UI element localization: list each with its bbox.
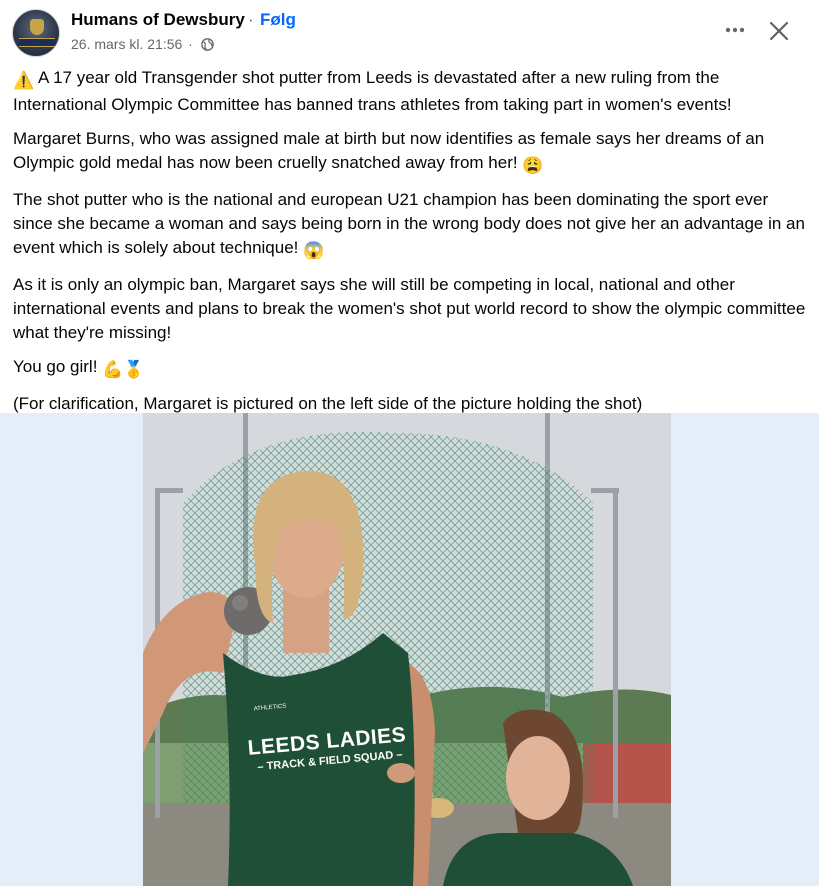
post-media: ATHLETICS LEEDS LADIES – TRACK & FIELD S… [0,413,819,886]
more-options-icon [725,27,745,33]
post-paragraph: Margaret Burns, who was assigned male at… [13,127,808,178]
crest-icon [30,19,44,35]
muscle-medal-icon: 💪🥇 [102,360,145,379]
paragraph-text: Margaret Burns, who was assigned male at… [13,129,765,172]
page-avatar[interactable] [12,9,60,57]
post-paragraph: As it is only an olympic ban, Margaret s… [13,273,808,345]
post-timestamp[interactable]: 26. mars kl. 21:56 [71,36,182,52]
follow-button[interactable]: Følg [260,10,296,30]
post-header: Humans of Dewsbury · Følg 26. mars kl. 2… [0,0,819,66]
close-button[interactable] [764,16,794,46]
meta-separator: · [188,36,193,52]
paragraph-text: A 17 year old Transgender shot putter fr… [13,68,732,114]
globe-icon[interactable] [200,38,214,54]
post-paragraph: ⚠️ A 17 year old Transgender shot putter… [13,66,808,117]
post-text: ⚠️ A 17 year old Transgender shot putter… [13,66,808,426]
more-options-button[interactable] [720,18,750,44]
photo-illustration [143,413,671,886]
avatar-band [19,38,55,47]
paragraph-text: As it is only an olympic ban, Margaret s… [13,275,806,342]
paragraph-text: The shot putter who is the national and … [13,190,805,257]
name-separator: · [248,10,254,29]
warning-icon: ⚠️ [13,71,35,90]
screaming-face-icon: 😱 [303,241,325,260]
paragraph-text: You go girl! [13,357,103,376]
paragraph-text: (For clarification, Margaret is pictured… [13,394,643,413]
post-paragraph: You go girl! 💪🥇 [13,355,808,382]
post-photo[interactable]: ATHLETICS LEEDS LADIES – TRACK & FIELD S… [143,413,671,886]
close-icon [769,21,789,41]
post-meta: 26. mars kl. 21:56 · [71,36,214,54]
post-paragraph: The shot putter who is the national and … [13,188,808,263]
weary-face-icon: 😩 [522,156,544,175]
page-name-link[interactable]: Humans of Dewsbury [71,10,245,30]
